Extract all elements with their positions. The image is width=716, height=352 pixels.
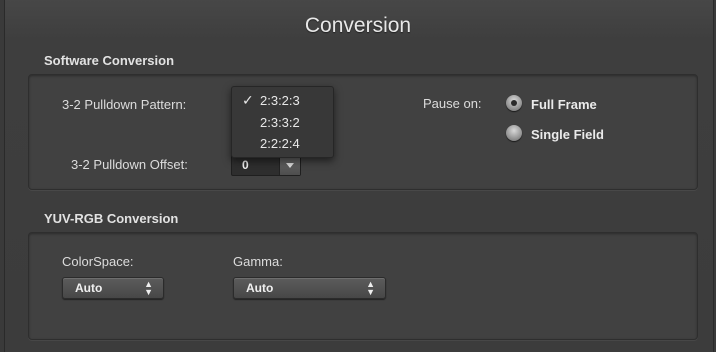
pulldown-offset-label: 3-2 Pulldown Offset:	[71, 157, 188, 172]
panel-title: Conversion	[304, 14, 412, 37]
menu-item-2332[interactable]: 2:3:3:2	[232, 113, 333, 132]
colorspace-select[interactable]: Auto ▲ ▼	[62, 277, 164, 299]
menu-item-2323[interactable]: ✓ 2:3:2:3	[232, 91, 333, 110]
pulldown-offset-dropdown-button[interactable]	[279, 155, 300, 175]
single-field-label: Single Field	[531, 127, 604, 142]
full-frame-label: Full Frame	[531, 97, 597, 112]
colorspace-label: ColorSpace:	[62, 254, 134, 269]
software-conversion-header: Software Conversion	[44, 53, 175, 68]
pulldown-offset-value: 0	[242, 158, 249, 172]
single-field-radio[interactable]	[506, 125, 522, 141]
updown-arrows-icon: ▲ ▼	[366, 279, 375, 297]
updown-arrows-icon: ▲ ▼	[144, 279, 153, 297]
checkmark-icon: ✓	[242, 92, 254, 108]
pause-on-label: Pause on:	[423, 96, 482, 111]
gamma-label: Gamma:	[233, 254, 283, 269]
gamma-select[interactable]: Auto ▲ ▼	[233, 277, 386, 299]
yuv-rgb-conversion-header: YUV-RGB Conversion	[44, 211, 179, 226]
pulldown-pattern-menu: ✓ 2:3:2:3 2:3:3:2 2:2:2:4	[231, 86, 334, 158]
menu-item-2224[interactable]: 2:2:2:4	[232, 134, 333, 153]
gamma-value: Auto	[246, 281, 274, 295]
pulldown-pattern-label: 3-2 Pulldown Pattern:	[62, 97, 187, 112]
colorspace-value: Auto	[75, 281, 103, 295]
full-frame-radio[interactable]	[506, 95, 522, 111]
